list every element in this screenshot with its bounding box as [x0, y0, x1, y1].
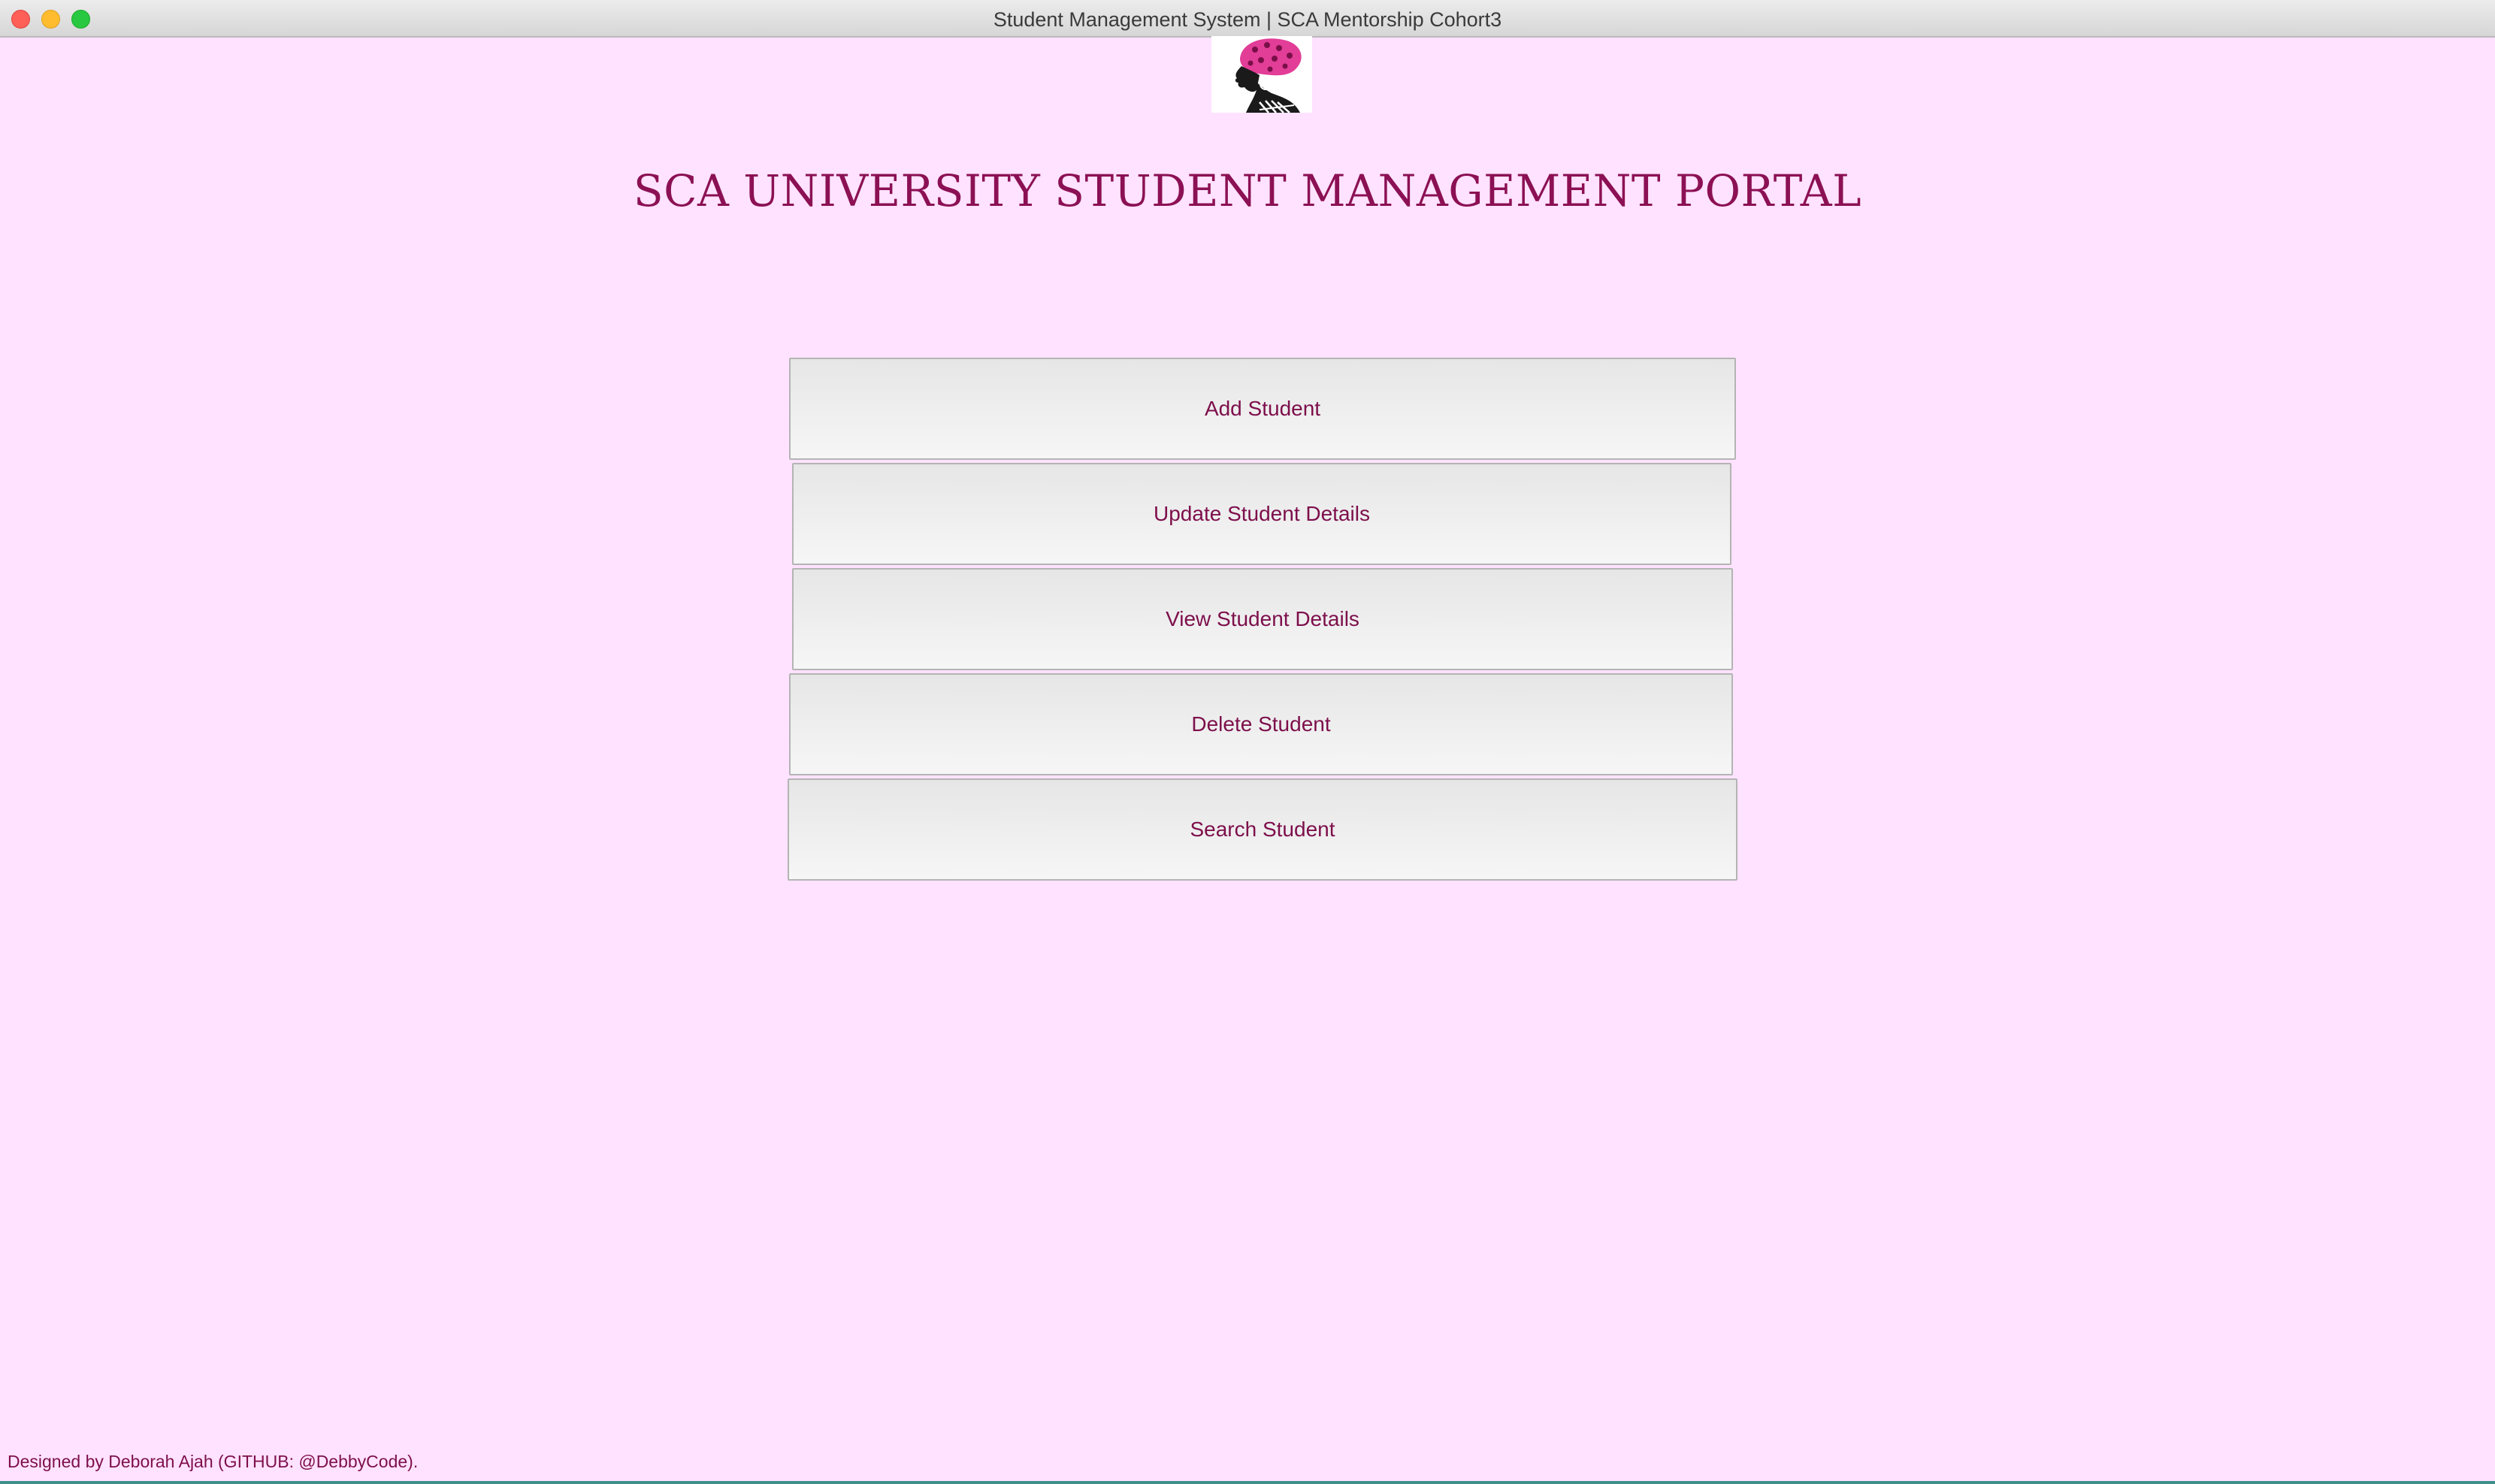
view-student-details-button[interactable]: View Student Details [792, 568, 1733, 670]
search-student-button[interactable]: Search Student [788, 778, 1737, 881]
page-title: SCA UNIVERSITY STUDENT MANAGEMENT PORTAL [633, 165, 1862, 216]
delete-student-button[interactable]: Delete Student [789, 673, 1733, 775]
title-bar[interactable]: Student Management System | SCA Mentorsh… [0, 0, 2495, 38]
woman-with-headwrap-logo-icon [1211, 36, 1312, 113]
window-title: Student Management System | SCA Mentorsh… [993, 8, 1502, 31]
app-window: Student Management System | SCA Mentorsh… [0, 0, 2495, 1484]
update-student-details-button[interactable]: Update Student Details [792, 463, 1731, 565]
add-student-button[interactable]: Add Student [789, 358, 1736, 460]
footer-credit: Designed by Deborah Ajah (GITHUB: @Debby… [8, 1452, 419, 1471]
